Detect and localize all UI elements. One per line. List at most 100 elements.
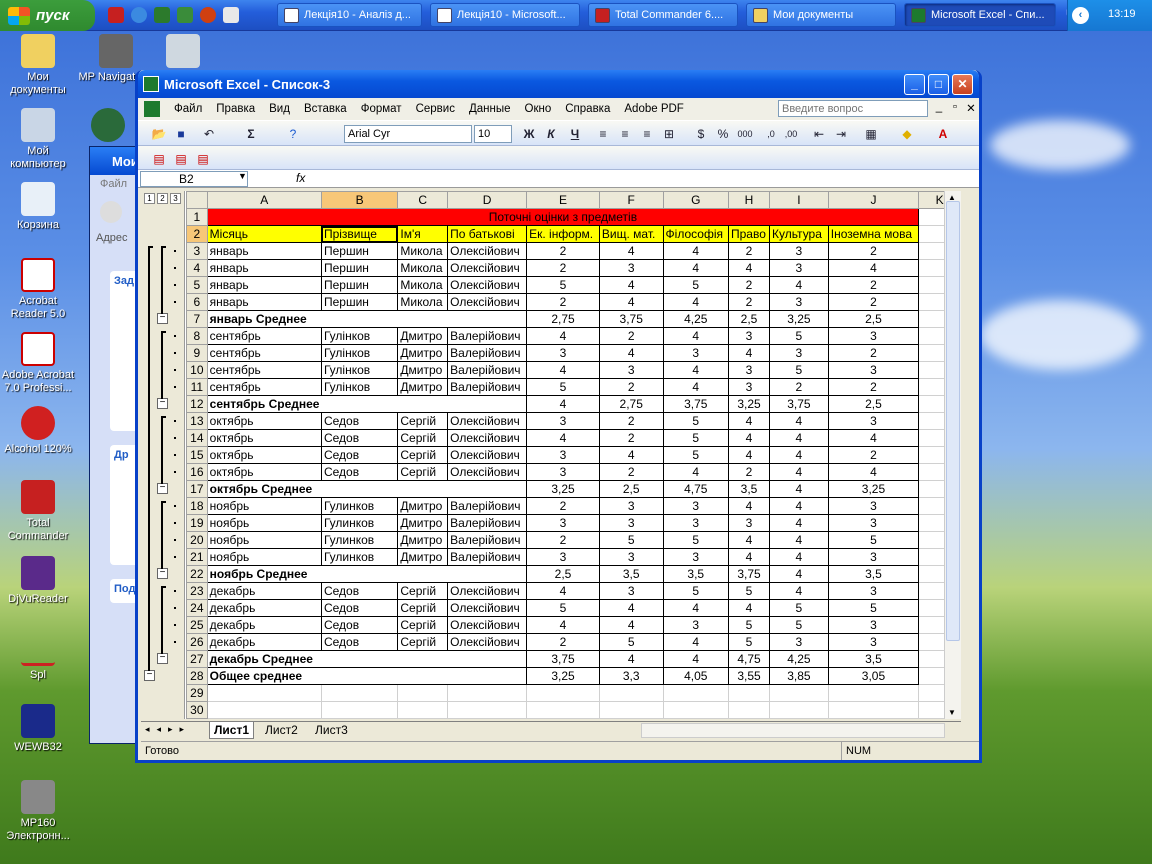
cell[interactable] xyxy=(397,650,448,668)
cell[interactable]: Микола xyxy=(397,276,449,294)
cell[interactable]: 4 xyxy=(827,463,920,481)
cell[interactable]: 3,5 xyxy=(727,480,771,498)
cell[interactable]: 4 xyxy=(769,531,829,549)
cell[interactable]: Общее среднее xyxy=(206,667,322,685)
cell[interactable]: 5 xyxy=(526,378,600,396)
cell[interactable]: Сергій xyxy=(397,446,449,464)
cell[interactable]: 5 xyxy=(769,616,829,634)
cell[interactable]: Дмитро xyxy=(397,514,449,532)
increase-indent-icon[interactable]: ⇥ xyxy=(832,125,850,143)
cell[interactable] xyxy=(397,667,448,685)
column-header-d[interactable]: D xyxy=(447,191,528,209)
cell[interactable]: сентябрь xyxy=(206,327,322,345)
cell[interactable]: 4 xyxy=(662,650,729,668)
cell[interactable]: 2,5 xyxy=(526,565,600,583)
cell[interactable]: октябрь xyxy=(206,463,322,481)
cell[interactable]: Гулинков xyxy=(320,497,399,515)
outline-level-2[interactable]: 2 xyxy=(157,193,168,204)
cell[interactable]: 3 xyxy=(827,497,920,515)
cell[interactable] xyxy=(321,310,398,328)
start-button[interactable]: пуск xyxy=(0,0,95,31)
cell[interactable]: 5 xyxy=(727,582,771,600)
cell[interactable]: октябрь Среднее xyxy=(206,480,322,498)
column-header-g[interactable]: G xyxy=(662,191,729,209)
cell[interactable]: 3 xyxy=(598,548,664,566)
cell[interactable]: Седов xyxy=(320,412,399,430)
cell[interactable]: 4 xyxy=(727,497,771,515)
header-cell-econ-inform[interactable]: Ек. інформ. xyxy=(526,225,600,243)
menu-help[interactable]: Справка xyxy=(565,103,610,115)
cell[interactable]: 3 xyxy=(526,412,600,430)
borders-icon[interactable]: ▦ xyxy=(862,125,880,143)
cell[interactable]: 3,25 xyxy=(769,310,829,328)
scroll-down-icon[interactable]: ▼ xyxy=(948,708,956,717)
cell[interactable]: 4 xyxy=(662,293,729,311)
cell[interactable]: 3 xyxy=(827,514,920,532)
cell[interactable]: 5 xyxy=(662,582,729,600)
cell[interactable]: 4,25 xyxy=(662,310,729,328)
outlook-icon[interactable] xyxy=(154,7,170,23)
desktop-icon-wewb32[interactable]: WEWB32 xyxy=(0,704,76,754)
cell[interactable]: 4 xyxy=(727,599,771,617)
cell[interactable]: 4 xyxy=(662,463,729,481)
cell[interactable]: 4 xyxy=(598,599,664,617)
cell[interactable]: 4 xyxy=(598,242,664,260)
doc-minimize-icon[interactable]: _ xyxy=(932,101,946,115)
help-icon[interactable]: ? xyxy=(284,125,302,143)
taskbar-button-lecture-analysis[interactable]: Лекція10 - Аналіз д... xyxy=(277,3,422,27)
cell[interactable]: 5 xyxy=(769,599,829,617)
cell[interactable]: 3,25 xyxy=(727,395,771,413)
cell[interactable]: 3 xyxy=(598,497,664,515)
row-header[interactable]: 6 xyxy=(186,293,208,311)
row-header[interactable]: 20 xyxy=(186,531,208,549)
cell[interactable]: Валерійович xyxy=(447,378,528,396)
cell[interactable] xyxy=(447,684,528,702)
cell[interactable]: 3,25 xyxy=(526,480,600,498)
desktop-icon-calculator[interactable] xyxy=(148,34,218,71)
cell[interactable]: Гулінков xyxy=(320,344,399,362)
cell[interactable]: 5 xyxy=(526,276,600,294)
cell[interactable] xyxy=(206,701,322,719)
cell[interactable]: 4 xyxy=(598,293,664,311)
row-header[interactable]: 22 xyxy=(186,565,208,583)
cell[interactable]: Дмитро xyxy=(397,531,449,549)
cell[interactable]: 4 xyxy=(662,361,729,379)
total-commander-quicklaunch-icon[interactable] xyxy=(108,7,124,23)
cell[interactable]: 3 xyxy=(662,514,729,532)
cell[interactable]: Олексійович xyxy=(447,616,528,634)
chevron-down-icon[interactable]: ▼ xyxy=(238,171,247,181)
cell[interactable]: 3 xyxy=(769,259,829,277)
row-header[interactable]: 1 xyxy=(186,208,208,226)
cell[interactable] xyxy=(827,701,920,719)
open-icon[interactable]: 📂 xyxy=(150,125,168,143)
cell[interactable]: 2 xyxy=(598,378,664,396)
cell[interactable]: 5 xyxy=(827,531,920,549)
cell[interactable]: Седов xyxy=(320,463,399,481)
row-header[interactable]: 5 xyxy=(186,276,208,294)
cell[interactable]: 4 xyxy=(727,344,771,362)
cell[interactable]: Сергій xyxy=(397,429,449,447)
cell[interactable]: 2 xyxy=(526,497,600,515)
cell[interactable]: 4 xyxy=(526,395,600,413)
cell[interactable]: 4,75 xyxy=(662,480,729,498)
cell[interactable]: 5 xyxy=(727,633,771,651)
cell[interactable] xyxy=(321,650,398,668)
cell[interactable]: 4 xyxy=(769,276,829,294)
row-header[interactable]: 16 xyxy=(186,463,208,481)
cell[interactable]: 3,3 xyxy=(598,667,664,685)
cell[interactable]: 3 xyxy=(827,412,920,430)
cell[interactable]: 3 xyxy=(827,582,920,600)
desktop-icon-app[interactable] xyxy=(78,108,138,145)
calculator-icon[interactable] xyxy=(223,7,239,23)
cell[interactable]: 3 xyxy=(769,344,829,362)
column-header-f[interactable]: F xyxy=(598,191,664,209)
cell[interactable]: 3 xyxy=(827,327,920,345)
sheet-tab-3[interactable]: Лист3 xyxy=(311,722,352,739)
media-icon[interactable] xyxy=(177,7,193,23)
cell[interactable]: Дмитро xyxy=(397,497,449,515)
cell[interactable] xyxy=(321,395,398,413)
cell[interactable]: 3 xyxy=(662,344,729,362)
cell[interactable]: 4 xyxy=(769,446,829,464)
cell[interactable] xyxy=(321,565,398,583)
column-header-i[interactable]: I xyxy=(769,191,829,209)
